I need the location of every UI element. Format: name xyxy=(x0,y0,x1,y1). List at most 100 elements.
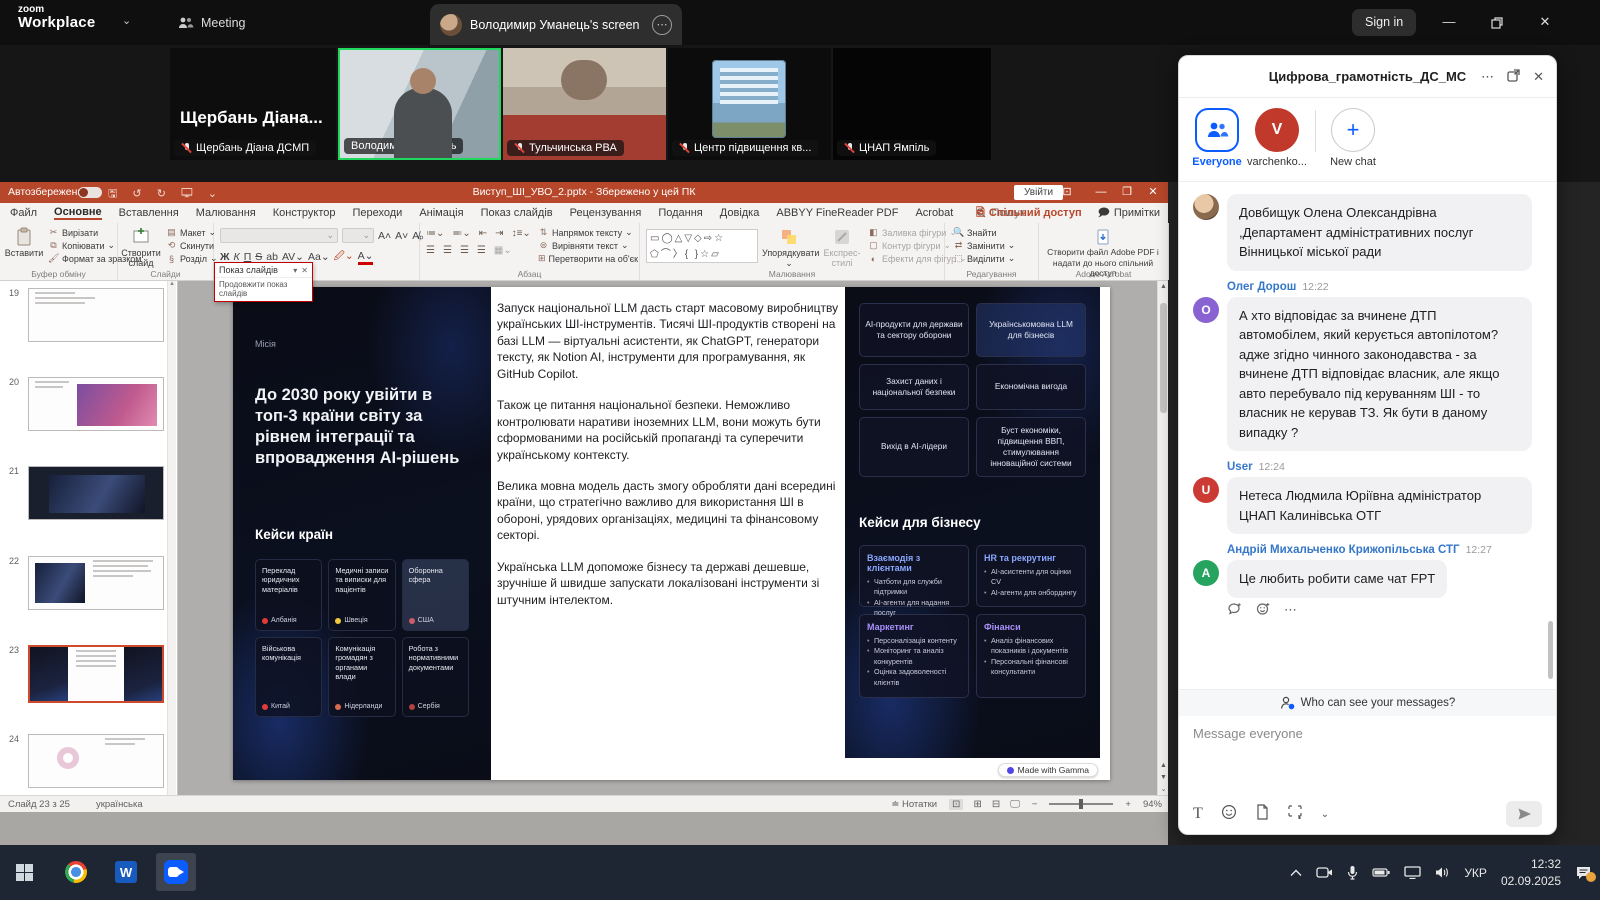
layout-button[interactable]: ▤Макет ⌄ xyxy=(166,227,218,238)
text-direction-button[interactable]: ⇅Напрямок тексту ⌄ xyxy=(538,227,638,238)
sign-in-button[interactable]: Sign in xyxy=(1352,9,1416,36)
font-size-combo[interactable]: ⌄ xyxy=(342,228,374,243)
menu-help[interactable]: Довідка xyxy=(720,207,760,219)
columns-icon[interactable]: ▦⌄ xyxy=(494,245,512,256)
comments-button[interactable]: 🗩Примітки xyxy=(1098,204,1160,223)
ribbon-options-icon[interactable]: ⊡ xyxy=(1052,182,1082,203)
tray-camera-icon[interactable] xyxy=(1316,866,1333,879)
menu-abbyy[interactable]: ABBYY FineReader PDF xyxy=(776,207,898,219)
smartart-button[interactable]: ⊞Перетворити на об'єкт SmartArt xyxy=(538,253,638,264)
menu-transitions[interactable]: Переходи xyxy=(352,207,402,219)
taskbar-chrome[interactable] xyxy=(56,853,96,891)
popup-close-icon[interactable]: ✕ xyxy=(301,266,308,275)
message-input[interactable] xyxy=(1179,716,1556,794)
slideshow-popup[interactable]: Показ слайдів▾✕ Продовжити показ слайдів xyxy=(214,262,313,302)
menu-view[interactable]: Подання xyxy=(658,207,702,219)
chat-messages[interactable]: Довбищук Олена Олександрівна ,Департамен… xyxy=(1179,182,1556,689)
font-color-icon[interactable]: А⌄ xyxy=(358,250,374,265)
slide-canvas[interactable]: Місія До 2030 року увійти в топ-3 країни… xyxy=(233,287,1110,780)
outdent-icon[interactable]: ⇤ xyxy=(479,228,487,239)
video-tile[interactable]: Тульчинська РВА xyxy=(503,48,666,160)
popup-dropdown-icon[interactable]: ▾ xyxy=(293,266,297,275)
menu-insert[interactable]: Вставлення xyxy=(119,207,179,219)
arrange-button[interactable]: Упорядкувати ⌄ xyxy=(762,227,816,269)
bullets-icon[interactable]: ≔⌄ xyxy=(426,228,444,239)
align-center-icon[interactable]: ☰ xyxy=(443,245,452,256)
popup-subtitle[interactable]: Продовжити показ слайдів xyxy=(215,278,312,301)
made-with-gamma-badge[interactable]: Made with Gamma xyxy=(998,763,1098,777)
zoom-slider[interactable] xyxy=(1049,803,1113,805)
slide-sorter-icon[interactable]: ⊞ xyxy=(973,799,981,810)
chat-close-icon[interactable]: ✕ xyxy=(1533,69,1544,85)
align-right-icon[interactable]: ☰ xyxy=(460,245,469,256)
indent-icon[interactable]: ⇥ xyxy=(495,228,503,239)
new-chat-button[interactable]: + xyxy=(1331,108,1375,152)
tab-more-icon[interactable]: ⋯ xyxy=(652,15,672,35)
new-slide-button[interactable]: Створити слайд xyxy=(119,227,163,269)
chevron-down-icon[interactable]: ⌄ xyxy=(122,14,131,27)
language-switcher[interactable]: УКР xyxy=(1464,866,1487,880)
screenshot-icon[interactable] xyxy=(1287,804,1303,824)
menu-draw[interactable]: Малювання xyxy=(196,207,256,219)
align-left-icon[interactable]: ☰ xyxy=(426,245,435,256)
taskbar-clock[interactable]: 12:32 02.09.2025 xyxy=(1501,856,1561,888)
ppt-close-button[interactable]: ✕ xyxy=(1138,182,1168,203)
more-actions-icon[interactable]: ⋯ xyxy=(1284,602,1297,619)
share-button[interactable]: 🖻Спільний доступ xyxy=(976,204,1082,223)
grow-font-icon[interactable]: A˄ xyxy=(378,230,391,242)
chevron-down-icon[interactable]: ⌄ xyxy=(1321,809,1329,820)
tray-expand-icon[interactable] xyxy=(1290,869,1302,877)
slide-thumbnail[interactable] xyxy=(28,288,164,342)
popout-icon[interactable] xyxy=(1507,69,1520,85)
shapes-gallery[interactable]: ▭◯△▽◇⇨☆⬠⌒〉{ }☆▱ xyxy=(646,229,758,263)
replace-button[interactable]: ⇄Замінити ⌄ xyxy=(953,240,1015,251)
chat-more-icon[interactable]: ⋯ xyxy=(1481,69,1494,85)
zoom-in-icon[interactable]: + xyxy=(1125,799,1131,810)
section-button[interactable]: §Розділ ⌄ xyxy=(166,253,218,264)
reply-icon[interactable] xyxy=(1227,602,1242,619)
tray-speaker-icon[interactable] xyxy=(1435,866,1450,879)
reading-view-icon[interactable]: ⊟ xyxy=(992,799,1000,810)
video-tile-active-speaker[interactable]: Володимир Уманець xyxy=(338,48,501,160)
menu-acrobat[interactable]: Acrobat xyxy=(915,207,953,219)
zoom-out-icon[interactable]: − xyxy=(1032,799,1038,810)
normal-view-icon[interactable]: ⊡ xyxy=(949,799,963,810)
menu-slideshow[interactable]: Показ слайдів xyxy=(481,207,553,219)
video-tile[interactable]: ЦНАП Ямпіль xyxy=(833,48,991,160)
reset-button[interactable]: ⟲Скинути xyxy=(166,240,218,251)
slide-thumbnail-selected[interactable] xyxy=(28,645,164,703)
video-tile[interactable]: Центр підвищення кв... xyxy=(668,48,831,160)
slide-thumbnail[interactable] xyxy=(28,377,164,431)
align-text-button[interactable]: ⊜Вирівняти текст ⌄ xyxy=(538,240,638,251)
attach-file-icon[interactable] xyxy=(1255,804,1269,825)
window-minimize-button[interactable]: — xyxy=(1432,8,1466,36)
video-tile[interactable]: Щербань Діана... Щербань Діана ДСМП xyxy=(170,48,336,160)
menu-design[interactable]: Конструктор xyxy=(273,207,336,219)
window-close-button[interactable]: ✕ xyxy=(1528,8,1562,36)
slide-thumbnail[interactable] xyxy=(28,556,164,610)
notification-center-icon[interactable] xyxy=(1575,865,1592,880)
menu-animations[interactable]: Анімація xyxy=(419,207,463,219)
slide-scrollbar[interactable]: ▲ ▲ ▼ ⌄ xyxy=(1157,281,1168,795)
emoji-icon[interactable] xyxy=(1221,804,1237,825)
zoom-percent[interactable]: 94% xyxy=(1143,799,1162,810)
shrink-font-icon[interactable]: A˅ xyxy=(395,230,408,242)
line-spacing-icon[interactable]: ↕≡⌄ xyxy=(512,228,531,239)
thumbnail-scrollbar[interactable]: ▲ xyxy=(167,281,176,795)
tray-display-icon[interactable] xyxy=(1404,866,1421,879)
send-button[interactable] xyxy=(1506,801,1542,827)
chat-composer[interactable] xyxy=(1179,716,1556,794)
window-restore-button[interactable] xyxy=(1480,8,1514,36)
slideshow-view-icon[interactable]: 🖵 xyxy=(1010,799,1020,810)
start-button[interactable] xyxy=(4,853,44,891)
slide-thumbnail[interactable] xyxy=(28,466,164,520)
tray-mic-icon[interactable] xyxy=(1347,865,1358,880)
quick-styles-button[interactable]: Експрес-стилі xyxy=(818,227,866,269)
language-indicator[interactable]: українська xyxy=(96,799,143,810)
chat-scrollbar[interactable] xyxy=(1548,621,1553,679)
taskbar-word[interactable]: W xyxy=(106,853,146,891)
privacy-bar[interactable]: Who can see your messages? xyxy=(1179,689,1556,716)
tab-shared-screen[interactable]: Володимир Уманець's screen ⋯ xyxy=(430,4,682,45)
numbering-icon[interactable]: ≕⌄ xyxy=(452,228,470,239)
slide-thumbnail[interactable] xyxy=(28,734,164,788)
